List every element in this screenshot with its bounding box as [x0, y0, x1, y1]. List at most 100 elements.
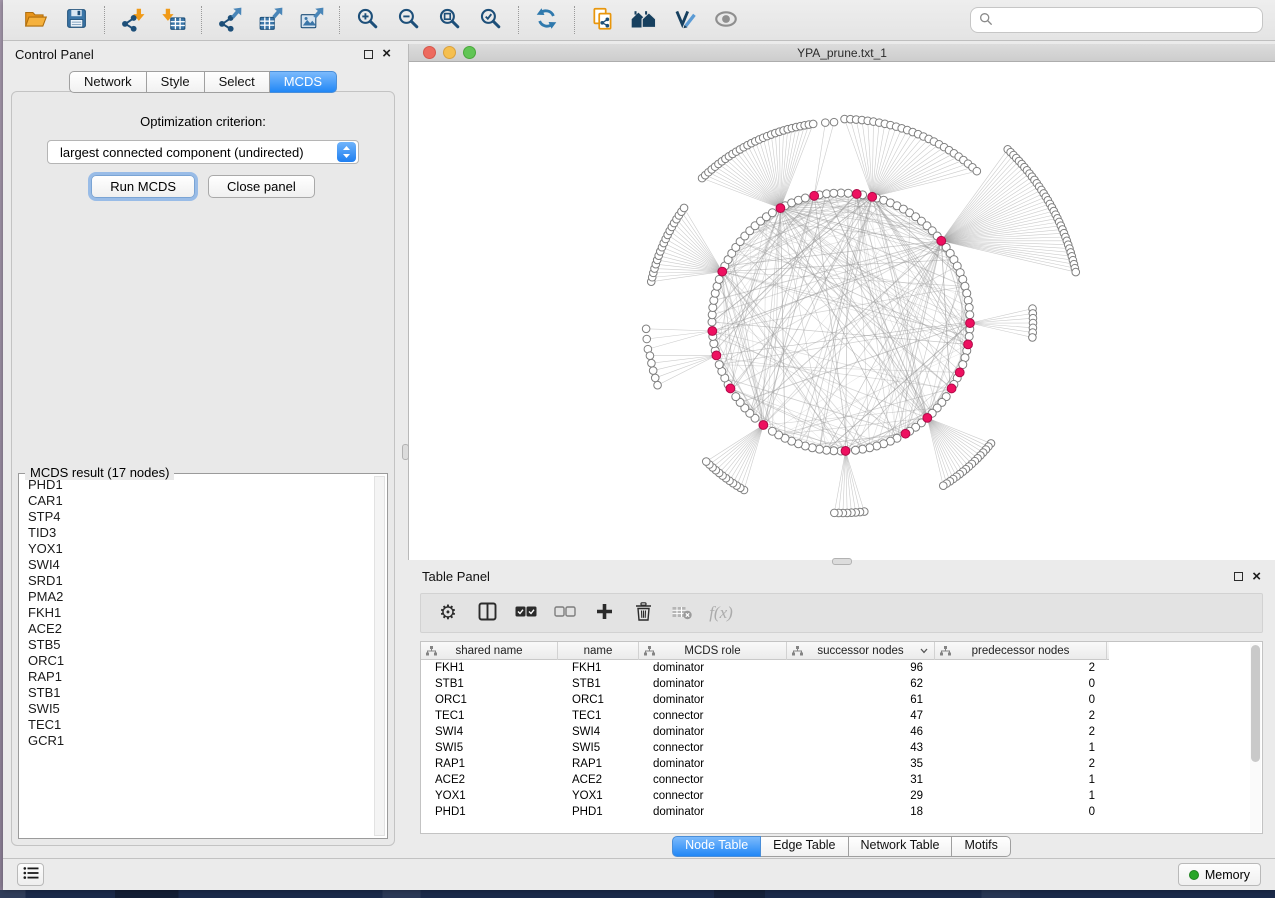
- delete-column-button[interactable]: [628, 598, 658, 628]
- table-scrollbar[interactable]: [1250, 643, 1261, 832]
- table-cell: TEC1: [558, 710, 639, 722]
- table-row[interactable]: ACE2ACE2connector311: [421, 772, 1262, 788]
- dropdown-stepper-icon: [337, 142, 356, 162]
- mcds-result-item[interactable]: SRD1: [21, 573, 372, 589]
- table-row[interactable]: PHD1PHD1dominator180: [421, 804, 1262, 820]
- table-cell: 61: [787, 694, 935, 706]
- tab-node-table[interactable]: Node Table: [672, 836, 761, 857]
- tab-edge-table[interactable]: Edge Table: [761, 836, 848, 857]
- deselect-all-button[interactable]: [550, 598, 580, 628]
- search-input[interactable]: [999, 13, 1254, 28]
- close-panel-button[interactable]: Close panel: [208, 175, 315, 198]
- export-table-button[interactable]: [250, 3, 291, 37]
- search-box[interactable]: [970, 7, 1263, 33]
- mcds-result-item[interactable]: SWI4: [21, 557, 372, 573]
- table-row[interactable]: YOX1YOX1connector291: [421, 788, 1262, 804]
- select-all-button[interactable]: [511, 598, 541, 628]
- horizontal-splitter[interactable]: [408, 560, 1275, 564]
- vertical-splitter[interactable]: [403, 41, 408, 858]
- table-row[interactable]: SWI5SWI5connector431: [421, 740, 1262, 756]
- show-graphics-details-button[interactable]: [705, 3, 746, 37]
- network-view-titlebar: YPA_prune.txt_1: [409, 44, 1275, 62]
- zoom-in-button[interactable]: [347, 3, 388, 37]
- column-header-MCDS-role[interactable]: MCDS role: [639, 642, 787, 660]
- table-cell: 1: [935, 742, 1107, 754]
- run-mcds-button[interactable]: Run MCDS: [91, 175, 195, 198]
- mcds-result-item[interactable]: CAR1: [21, 493, 372, 509]
- mcds-result-item[interactable]: STP4: [21, 509, 372, 525]
- mcds-result-item[interactable]: STB1: [21, 685, 372, 701]
- mcds-result-item[interactable]: TEC1: [21, 717, 372, 733]
- mcds-result-item[interactable]: YOX1: [21, 541, 372, 557]
- node-table-body: FKH1FKH1dominator962STB1STB1dominator620…: [421, 660, 1262, 820]
- function-builder-button: f(x): [706, 598, 736, 628]
- add-column-button[interactable]: [589, 598, 619, 628]
- table-row[interactable]: TEC1TEC1connector472: [421, 708, 1262, 724]
- first-neighbors-button[interactable]: [623, 3, 664, 37]
- export-image-button[interactable]: [291, 3, 332, 37]
- mcds-result-item[interactable]: ORC1: [21, 653, 372, 669]
- table-row[interactable]: STB1STB1dominator620: [421, 676, 1262, 692]
- table-row[interactable]: FKH1FKH1dominator962: [421, 660, 1262, 676]
- toolbar-separator: [104, 6, 105, 34]
- column-header-predecessor-nodes[interactable]: predecessor nodes: [935, 642, 1107, 660]
- visual-styles-button[interactable]: [664, 3, 705, 37]
- tab-network[interactable]: Network: [69, 71, 147, 93]
- table-scrollbar-thumb[interactable]: [1251, 645, 1260, 762]
- mcds-result-item[interactable]: GCR1: [21, 733, 372, 749]
- tab-mcds[interactable]: MCDS: [270, 71, 337, 93]
- column-header-successor-nodes[interactable]: successor nodes: [787, 642, 935, 660]
- column-header-name[interactable]: name: [558, 642, 639, 660]
- import-network-button[interactable]: [112, 3, 153, 37]
- mcds-result-scrollbar[interactable]: [374, 476, 385, 836]
- clone-network-button[interactable]: [582, 3, 623, 37]
- tab-style[interactable]: Style: [147, 71, 205, 93]
- table-cell: dominator: [639, 806, 787, 818]
- memory-button[interactable]: Memory: [1178, 863, 1261, 886]
- table-row[interactable]: ORC1ORC1dominator610: [421, 692, 1262, 708]
- export-network-button[interactable]: [209, 3, 250, 37]
- apply-layout-button[interactable]: [526, 3, 567, 37]
- close-table-panel-icon[interactable]: ×: [1252, 572, 1261, 582]
- delete-table-button: [667, 598, 697, 628]
- import-table-button[interactable]: [153, 3, 194, 37]
- close-panel-icon[interactable]: ×: [382, 49, 391, 59]
- table-cell: FKH1: [558, 662, 639, 674]
- column-header-shared-name[interactable]: shared name: [421, 642, 558, 660]
- toolbar-separator: [201, 6, 202, 34]
- zoom-selected-button[interactable]: [470, 3, 511, 37]
- zoom-out-button[interactable]: [388, 3, 429, 37]
- mcds-result-item[interactable]: PHD1: [21, 477, 372, 493]
- horizontal-splitter-handle[interactable]: [832, 558, 852, 565]
- dropdown-selected-value: largest connected component (undirected): [48, 145, 337, 160]
- toolbar-separator: [518, 6, 519, 34]
- control-panel-tabs: NetworkStyleSelectMCDS: [69, 71, 337, 93]
- network-canvas[interactable]: [409, 62, 1275, 560]
- export-image-icon: [299, 6, 325, 35]
- show-columns-button[interactable]: [472, 598, 502, 628]
- save-session-button[interactable]: [56, 3, 97, 37]
- tab-network-table[interactable]: Network Table: [849, 836, 953, 857]
- float-table-panel-icon[interactable]: [1234, 572, 1243, 581]
- optimization-criterion-label: Optimization criterion:: [12, 114, 394, 129]
- mcds-result-item[interactable]: FKH1: [21, 605, 372, 621]
- float-panel-icon[interactable]: [364, 50, 373, 59]
- table-settings-button[interactable]: ⚙: [433, 598, 463, 628]
- zoom-fit-button[interactable]: [429, 3, 470, 37]
- tab-motifs[interactable]: Motifs: [952, 836, 1010, 857]
- task-history-button[interactable]: [17, 863, 44, 886]
- optimization-criterion-select[interactable]: largest connected component (undirected): [47, 140, 359, 164]
- mcds-result-item[interactable]: ACE2: [21, 621, 372, 637]
- mcds-result-item[interactable]: STB5: [21, 637, 372, 653]
- mcds-result-item[interactable]: PMA2: [21, 589, 372, 605]
- status-bar: Memory: [3, 858, 1275, 890]
- open-file-button[interactable]: [15, 3, 56, 37]
- vertical-splitter-handle[interactable]: [402, 444, 409, 460]
- tab-select[interactable]: Select: [205, 71, 270, 93]
- mcds-result-item[interactable]: TID3: [21, 525, 372, 541]
- mcds-result-item[interactable]: RAP1: [21, 669, 372, 685]
- table-row[interactable]: SWI4SWI4dominator462: [421, 724, 1262, 740]
- table-cell: 1: [935, 774, 1107, 786]
- table-row[interactable]: RAP1RAP1dominator352: [421, 756, 1262, 772]
- mcds-result-item[interactable]: SWI5: [21, 701, 372, 717]
